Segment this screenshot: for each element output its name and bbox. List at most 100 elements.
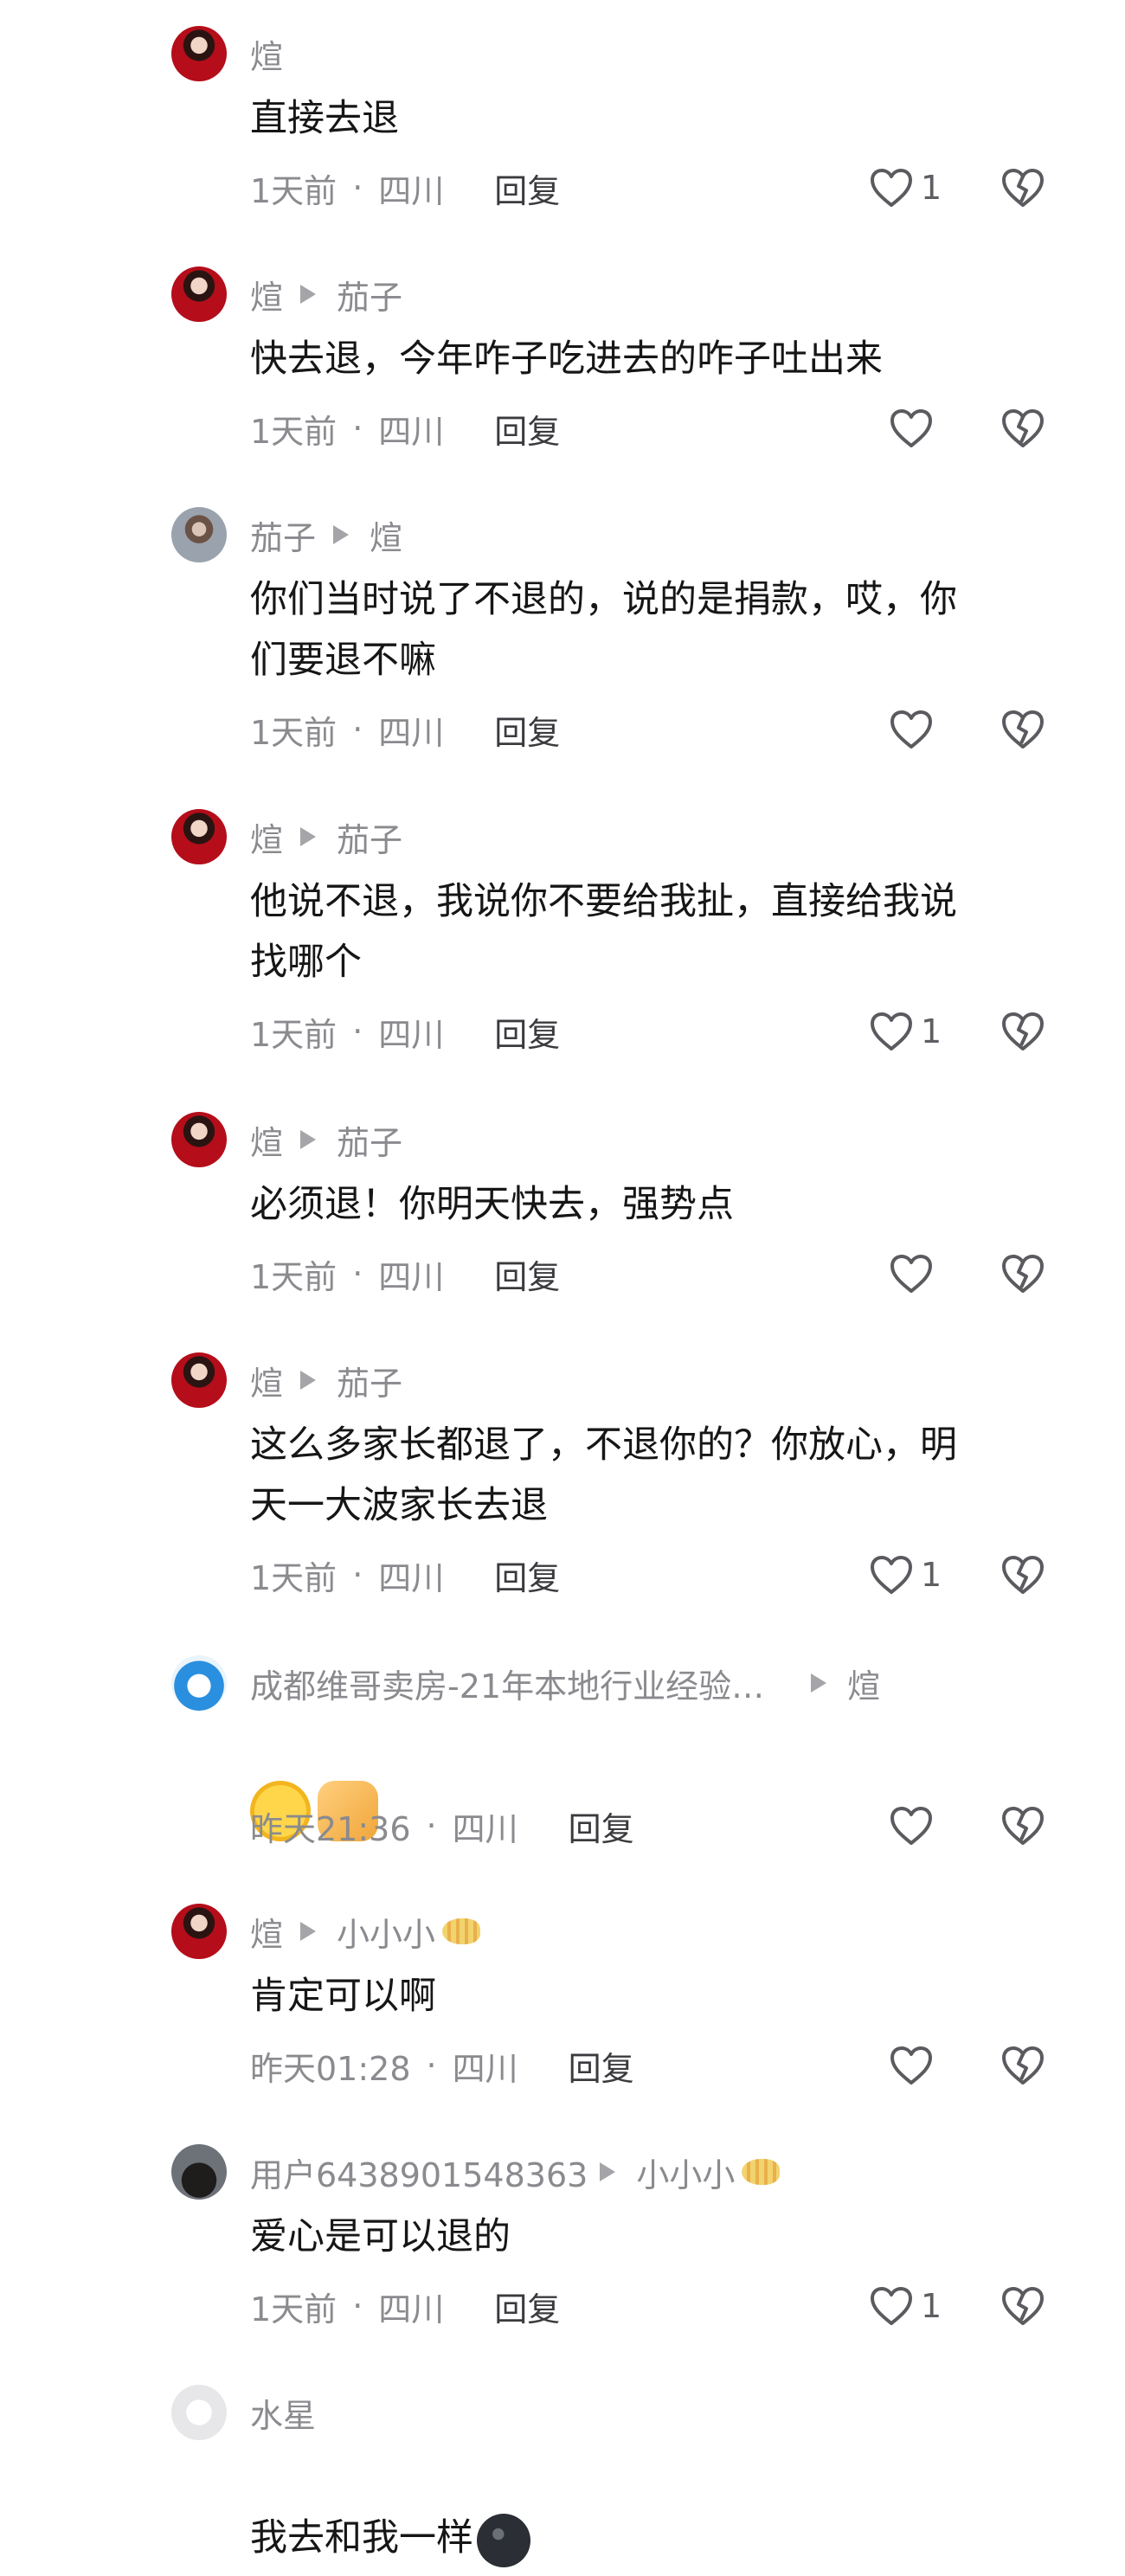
comment-header: 煊 [250,30,283,78]
comment-location: 四川 [378,1257,445,1296]
avatar[interactable] [171,1352,227,1408]
avatar[interactable] [171,2144,227,2200]
dislike-button[interactable] [1000,1804,1045,1847]
heart-outline-icon [889,1253,934,1294]
meta-separator: · [352,409,363,447]
avatar[interactable] [171,1112,227,1167]
like-button[interactable] [889,1252,934,1295]
reply-button[interactable]: 回复 [494,1250,560,1298]
comment-author[interactable]: 煊 [250,271,283,318]
dislike-button[interactable] [1000,708,1045,751]
heart-outline-icon [869,1554,914,1596]
comment-author[interactable]: 煊 [250,1357,283,1404]
like-button[interactable] [889,708,934,751]
triangle-right-icon [300,827,317,846]
meta-separator: · [352,710,363,748]
dislike-button[interactable] [1000,1553,1045,1596]
comment-time: 1天前 [250,412,338,451]
like-button[interactable] [889,407,934,450]
meta-separator: · [352,1255,363,1293]
dislike-button[interactable] [1000,1252,1045,1295]
dislike-button[interactable] [1000,166,1045,209]
reply-button[interactable]: 回复 [494,405,560,453]
comment-author[interactable]: 用户6438901548363 [250,2149,588,2196]
comment-meta: 1天前 · 四川 回复 [250,1551,560,1599]
avatar[interactable] [171,1904,227,1959]
comment-meta: 1天前 · 四川 回复 [250,405,560,453]
avatar[interactable] [171,507,227,562]
comment-meta: 昨天21:36 · 四川 回复 [250,1802,634,1850]
reply-target[interactable]: 茄子 [337,813,402,861]
comment-meta: 1天前 · 四川 回复 [250,2283,560,2330]
like-button[interactable] [889,2044,934,2087]
comment-author[interactable]: 茄子 [250,511,316,559]
comment-time: 1天前 [250,713,338,752]
comment-author[interactable]: 煊 [250,30,283,78]
dislike-button[interactable] [1000,1010,1045,1053]
comment-author[interactable]: 水星 [250,2389,316,2437]
reply-button[interactable]: 回复 [494,706,560,754]
comment-author[interactable]: 煊 [250,1116,283,1164]
triangle-right-icon [811,1673,827,1693]
heart-outline-icon [889,2045,934,2086]
reply-target[interactable]: 茄子 [337,1357,402,1404]
reply-target[interactable]: 茄子 [337,271,402,318]
meta-separator: · [352,1012,363,1050]
comment-time: 1天前 [250,171,338,210]
fish-badge-icon [742,2159,781,2185]
avatar[interactable] [171,809,227,864]
dislike-button[interactable] [1000,2284,1045,2328]
dislike-button[interactable] [1000,407,1045,450]
triangle-right-icon [300,1130,317,1149]
reply-target[interactable]: 小小小 [337,1908,435,1956]
reply-target[interactable]: 煊 [847,1660,880,1707]
like-button[interactable]: 1 [869,1010,942,1053]
reply-target[interactable]: 小小小 [636,2149,735,2196]
comment-author[interactable]: 煊 [250,813,283,861]
comment-author[interactable]: 煊 [250,1908,283,1956]
reply-button[interactable]: 回复 [494,164,560,212]
avatar[interactable] [171,26,227,81]
comment-time: 1天前 [250,1558,338,1597]
reply-button[interactable]: 回复 [569,2042,634,2090]
comment-header: 水星 [250,2389,316,2437]
comment-header: 煊 茄子 [250,1357,402,1404]
meta-separator: · [352,1556,363,1594]
heart-outline-icon [869,167,914,209]
heart-outline-icon [889,709,934,750]
comment-header: 成都维哥卖房-21年本地行业经验… 煊 [250,1660,880,1707]
reply-button[interactable]: 回复 [569,1802,634,1850]
comment-text-value: 我去和我一样 [250,2516,473,2560]
broken-heart-icon [1000,709,1045,750]
comment-text: 他说不退，我说你不要给我扯，直接给我说 找哪个 [250,880,957,984]
comment-time: 1天前 [250,2290,338,2329]
comment-location: 四川 [378,412,445,451]
avatar[interactable] [171,267,227,322]
reply-target[interactable]: 茄子 [337,1116,402,1164]
reply-target[interactable]: 煊 [370,511,402,559]
dislike-button[interactable] [1000,2044,1045,2087]
comment-location: 四川 [378,1015,445,1054]
triangle-right-icon [300,285,317,304]
comment-location: 四川 [378,2290,445,2329]
avatar[interactable] [171,2385,227,2440]
comment-meta: 1天前 · 四川 回复 [250,706,560,754]
like-button[interactable] [889,1804,934,1847]
comment-text: 你们当时说了不退的，说的是捐款，哎，你 们要退不嘛 [250,578,957,682]
comment-text: 我去和我一样 [250,2447,1090,2568]
reply-button[interactable]: 回复 [494,2283,560,2330]
reply-button[interactable]: 回复 [494,1008,560,1056]
like-button[interactable]: 1 [869,1553,942,1596]
like-button[interactable]: 1 [869,2284,942,2328]
comment-text: 爱心是可以退的 [250,2215,511,2258]
reply-button[interactable]: 回复 [494,1551,560,1599]
comment-location: 四川 [452,1809,518,1848]
comment-author[interactable]: 成都维哥卖房-21年本地行业经验… [250,1660,764,1707]
comment-header: 煊 小小小 [250,1908,481,1956]
broken-heart-icon [1000,1011,1045,1052]
meta-separator: · [352,169,363,207]
comment-meta: 昨天01:28 · 四川 回复 [250,2042,634,2090]
comment-text: 必须退！你明天快去，强势点 [250,1183,734,1226]
avatar[interactable] [171,1655,227,1711]
like-button[interactable]: 1 [869,166,942,209]
